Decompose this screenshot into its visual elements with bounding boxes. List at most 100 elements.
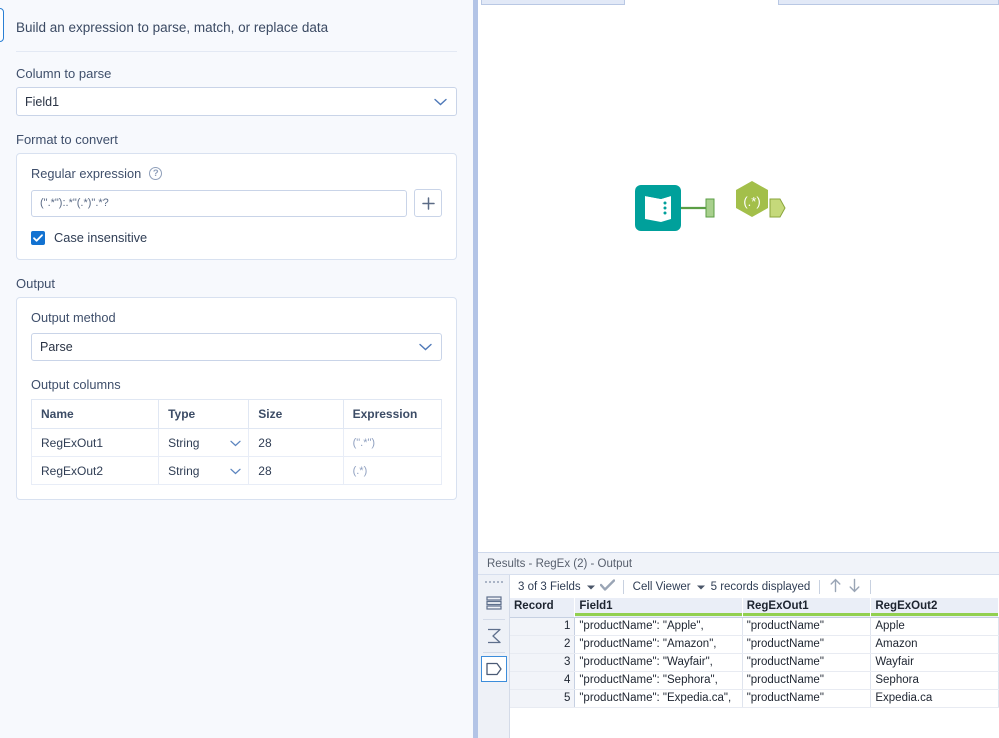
output-col-size[interactable]: 28 (248, 428, 344, 457)
cell-record[interactable]: 2 (510, 635, 576, 654)
column-to-parse-select[interactable]: Field1 (16, 87, 457, 116)
table-row[interactable]: 2 "productName": "Amazon", "productName"… (510, 635, 999, 654)
toolbar-separator (870, 579, 872, 594)
output-col-expression: (".*") (342, 428, 443, 457)
arrow-up-icon[interactable] (829, 578, 842, 596)
header-type-underline (510, 613, 574, 616)
grid-empty-space (510, 707, 999, 738)
check-icon[interactable] (599, 579, 615, 594)
cell-field1[interactable]: "productName": "Sephora", (574, 671, 743, 690)
cell-regexout1[interactable]: "productName" (742, 653, 872, 672)
regex-input-row: (".*"):.*"(.*)".*? (31, 189, 442, 217)
output-col-type-value: String (168, 463, 200, 478)
grid-header-field1[interactable]: Field1 (574, 598, 743, 618)
chevron-down-icon (434, 95, 447, 109)
metadata-tag-icon[interactable] (480, 656, 507, 682)
alteryx-window: Build an expression to parse, match, or … (0, 0, 999, 738)
cell-field1[interactable]: "productName": "Wayfair", (574, 653, 743, 672)
grid-header-record[interactable]: Record (510, 598, 576, 618)
case-insensitive-label: Case insensitive (54, 230, 148, 245)
cell-record[interactable]: 3 (510, 653, 576, 672)
case-insensitive-checkbox[interactable] (31, 230, 45, 245)
output-col-type-value: String (168, 435, 200, 450)
cell-regexout1[interactable]: "productName" (742, 635, 872, 654)
workflow-canvas[interactable]: (.*) (478, 0, 999, 552)
regex-input-value: (".*"):.*"(.*)".*? (40, 197, 109, 209)
table-row[interactable]: 1 "productName": "Apple", "productName" … (510, 617, 999, 636)
results-title: Results - RegEx (2) - Output (478, 553, 999, 575)
output-col-header-name: Name (30, 399, 160, 429)
cell-record[interactable]: 5 (510, 689, 576, 708)
grid-header-regexout2[interactable]: RegExOut2 (870, 598, 999, 618)
output-col-expression: (.*) (342, 456, 443, 485)
table-rows-icon[interactable] (481, 590, 507, 616)
plus-icon[interactable] (414, 189, 442, 217)
toolbar-separator (819, 579, 821, 594)
output-columns-table: Name Type Size Expression RegExOut1 Stri… (30, 399, 443, 485)
output-col-name[interactable]: RegExOut2 (30, 456, 160, 485)
cell-regexout2[interactable]: Wayfair (870, 653, 999, 672)
drag-grip-icon[interactable] (483, 579, 505, 585)
output-col-size[interactable]: 28 (248, 456, 344, 485)
grid-header-regexout2-label: RegExOut2 (875, 600, 938, 612)
output-col-header-expression: Expression (342, 399, 443, 429)
output-col-header-size: Size (248, 399, 344, 429)
toolbar-separator (622, 579, 624, 594)
cell-regexout2[interactable]: Sephora (870, 671, 999, 690)
cell-field1[interactable]: "productName": "Amazon", (574, 635, 743, 654)
chevron-down-icon (230, 436, 241, 450)
cell-viewer-label[interactable]: Cell Viewer (630, 581, 694, 593)
table-row[interactable]: RegExOut1 String 28 (".*") (30, 428, 443, 457)
header-type-underline (742, 613, 871, 616)
cell-regexout1[interactable]: "productName" (742, 671, 872, 690)
input-data-node[interactable] (635, 185, 681, 231)
grid-header-regexout1[interactable]: RegExOut1 (742, 598, 872, 618)
cell-regexout1[interactable]: "productName" (742, 617, 872, 636)
output-col-type[interactable]: String (158, 428, 250, 457)
table-row[interactable]: 4 "productName": "Sephora", "productName… (510, 671, 999, 690)
grid-header-field1-label: Field1 (579, 600, 613, 612)
regex-node-label: (.*) (743, 194, 760, 209)
results-pane: Results - RegEx (2) - Output 3 of 3 Fiel… (478, 552, 999, 738)
fields-count-label[interactable]: 3 of 3 Fields (515, 581, 584, 593)
regex-node[interactable]: (.*) (736, 181, 786, 218)
cell-record[interactable]: 4 (510, 671, 576, 690)
output-col-name[interactable]: RegExOut1 (30, 428, 160, 457)
output-columns-label: Output columns (31, 377, 121, 392)
regular-expression-label: Regular expression (31, 166, 142, 181)
cell-field1[interactable]: "productName": "Expedia.ca", (574, 689, 743, 708)
chevron-down-icon (419, 340, 432, 354)
regex-input[interactable]: (".*"):.*"(.*)".*? (31, 189, 407, 217)
case-insensitive-row[interactable]: Case insensitive (31, 230, 442, 245)
caret-down-icon[interactable] (586, 581, 595, 593)
results-sidebar (478, 575, 510, 738)
table-row[interactable]: RegExOut2 String 28 (.*) (30, 456, 443, 485)
results-grid-area: 3 of 3 Fields Cell Viewer 5 records disp… (510, 575, 999, 738)
caret-down-icon[interactable] (696, 581, 705, 593)
cell-field1[interactable]: "productName": "Apple", (574, 617, 743, 636)
arrow-down-icon[interactable] (848, 578, 861, 596)
grid-header-regexout1-label: RegExOut1 (746, 600, 809, 612)
summary-sigma-icon[interactable] (481, 623, 507, 649)
cell-regexout2[interactable]: Expedia.ca (870, 689, 999, 708)
cell-regexout2[interactable]: Amazon (870, 635, 999, 654)
output-method-label: Output method (31, 310, 116, 325)
output-col-type[interactable]: String (158, 456, 250, 485)
table-row[interactable]: 3 "productName": "Wayfair", "productName… (510, 653, 999, 672)
header-type-underline (575, 613, 742, 616)
output-columns-header-row: Name Type Size Expression (30, 399, 443, 429)
cell-regexout2[interactable]: Apple (870, 617, 999, 636)
configuration-panel: Build an expression to parse, match, or … (0, 0, 473, 738)
table-row[interactable]: 5 "productName": "Expedia.ca", "productN… (510, 689, 999, 708)
help-circle-icon[interactable]: ? (149, 167, 163, 180)
column-to-parse-value: Field1 (25, 94, 60, 109)
column-to-parse-label: Column to parse (16, 66, 112, 81)
regular-expression-label-row: Regular expression ? (31, 166, 442, 181)
results-grid-body: 1 "productName": "Apple", "productName" … (510, 617, 999, 708)
cell-record[interactable]: 1 (510, 617, 576, 636)
cell-regexout1[interactable]: "productName" (742, 689, 872, 708)
panel-collapse-handle[interactable] (0, 8, 4, 42)
chevron-down-icon (230, 464, 241, 478)
sidebar-divider (482, 652, 505, 653)
output-method-select[interactable]: Parse (31, 333, 442, 361)
